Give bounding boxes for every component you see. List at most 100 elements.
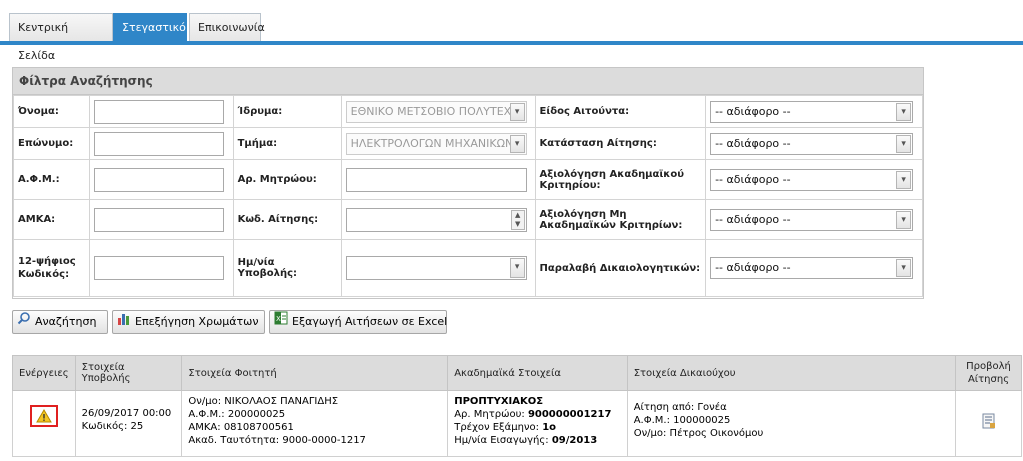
- col-beneficiary: Στοιχεία Δικαιούχου: [626, 355, 957, 391]
- academic-registry: Αρ. Μητρώου: 900000001217: [454, 408, 620, 421]
- color-legend-button[interactable]: Επεξήγηση Χρωμάτων: [112, 310, 265, 334]
- academic-semester-value: 1ο: [542, 422, 557, 433]
- warning-action-button[interactable]: [29, 405, 58, 427]
- view-application-icon[interactable]: [982, 413, 996, 432]
- svg-text:X: X: [276, 315, 281, 323]
- surname-label: Επώνυμο:: [13, 127, 90, 160]
- registry-input[interactable]: [345, 167, 527, 192]
- registry-label: Αρ. Μητρώου:: [232, 159, 342, 200]
- beneficiary-cell: Αίτηση από: Γονέα Α.Φ.Μ.: 100000025 Ον/μ…: [626, 390, 957, 457]
- chevron-down-icon[interactable]: ▾: [896, 102, 912, 121]
- table-row: 26/09/2017 00:00 Κωδικός: 25 Ον/μο: ΝΙΚΟ…: [12, 390, 1022, 457]
- search-button-label: Αναζήτηση: [35, 315, 97, 328]
- academic-eval-value: -- αδιάφορο --: [715, 172, 791, 186]
- code12-label: 12-ψήφιος Κωδικός:: [13, 239, 90, 297]
- chevron-down-icon[interactable]: ▾: [896, 210, 912, 229]
- warning-icon: [35, 409, 52, 423]
- student-afm: Α.Φ.Μ.: 200000025: [188, 409, 286, 420]
- results-table-container: Ενέργειες Στοιχεία Υποβολής Στοιχεία Φοι…: [12, 355, 1022, 457]
- nonacademic-eval-label: Αξιολόγηση Μη Ακαδημαϊκών Κριτηρίων:: [534, 199, 707, 240]
- beneficiary-applicant: Αίτηση από: Γονέα: [633, 402, 727, 413]
- docs-received-value: -- αδιάφορο --: [715, 261, 791, 274]
- col-academic: Ακαδημαϊκά Στοιχεία: [447, 355, 628, 391]
- chevron-down-icon[interactable]: ▾: [896, 259, 912, 277]
- col-submission: Στοιχεία Υποβολής: [74, 355, 183, 391]
- search-button[interactable]: Αναζήτηση: [12, 310, 108, 334]
- appcode-label: Κωδ. Αίτησης:: [232, 199, 342, 240]
- academic-semester-label: Τρέχον Εξάμηνο:: [454, 422, 543, 433]
- name-input[interactable]: [93, 99, 224, 124]
- afm-input[interactable]: [93, 167, 224, 192]
- nonacademic-eval-value: -- αδιάφορο --: [715, 212, 791, 226]
- bar-chart-icon: [117, 311, 131, 333]
- academic-entry-value: 09/2013: [551, 435, 598, 446]
- institution-select: ΕΘΝΙΚΟ ΜΕΤΣΟΒΙΟ ΠΟΛΥΤΕΧ ▾: [345, 100, 527, 123]
- tab-contact[interactable]: Επικοινωνία: [189, 13, 265, 41]
- department-value: ΗΛΕΚΤΡΟΛΟΓΩΝ ΜΗΧΑΝΙΚΩΝ: [350, 136, 514, 150]
- submission-code: Κωδικός: 25: [81, 421, 144, 432]
- magnifier-icon: [17, 311, 31, 333]
- search-filters-panel: Φίλτρα Αναζήτησης Όνομα: Ίδρυμα: ΕΘΝΙΚΟ …: [12, 67, 924, 299]
- applicant-type-label: Είδος Αιτούντα:: [534, 95, 707, 128]
- submission-cell: 26/09/2017 00:00 Κωδικός: 25: [74, 390, 183, 457]
- academic-registry-label: Αρ. Μητρώου:: [454, 409, 528, 420]
- docs-received-label: Παραλαβή Δικαιολογητικών:: [534, 239, 707, 297]
- nonacademic-eval-select[interactable]: -- αδιάφορο -- ▾: [710, 208, 914, 231]
- tab-home[interactable]: Κεντρική Σελίδα: [9, 13, 113, 62]
- appcode-input[interactable]: ▲ ▼: [345, 207, 527, 232]
- submitdate-select[interactable]: ▾: [345, 256, 527, 280]
- applicant-type-select[interactable]: -- αδιάφορο -- ▾: [710, 100, 914, 123]
- academic-entry: Ημ/νία Εισαγωγής: 09/2013: [454, 434, 620, 447]
- chevron-down-icon[interactable]: ▾: [509, 258, 525, 278]
- student-amka: ΑΜΚΑ: 08108700561: [188, 422, 294, 433]
- tab-housing[interactable]: Στεγαστικό: [113, 13, 187, 41]
- amka-input[interactable]: [93, 207, 224, 232]
- col-view: Προβολή Αίτησης: [955, 355, 1022, 391]
- academic-level: ΠΡΟΠΤΥΧΙΑΚΟΣ: [454, 396, 544, 407]
- filters-table: Όνομα: Ίδρυμα: ΕΘΝΙΚΟ ΜΕΤΣΟΒΙΟ ΠΟΛΥΤΕΧ ▾ …: [13, 95, 923, 297]
- view-cell: [955, 390, 1022, 457]
- export-excel-button-label: Εξαγωγή Αιτήσεων σε Excel: [292, 315, 448, 328]
- tab-bar: Κεντρική Σελίδα Στεγαστικό Επικοινωνία: [0, 0, 1023, 62]
- chevron-down-icon: ▾: [509, 102, 525, 121]
- results-table: Ενέργειες Στοιχεία Υποβολής Στοιχεία Φοι…: [12, 355, 1022, 457]
- institution-value: ΕΘΝΙΚΟ ΜΕΤΣΟΒΙΟ ΠΟΛΥΤΕΧ: [350, 104, 512, 118]
- chevron-down-icon[interactable]: ▾: [896, 134, 912, 153]
- status-value: -- αδιάφορο --: [715, 136, 791, 150]
- academic-entry-label: Ημ/νία Εισαγωγής:: [454, 435, 552, 446]
- export-excel-button[interactable]: X Εξαγωγή Αιτήσεων σε Excel: [269, 310, 447, 334]
- status-label: Κατάσταση Αίτησης:: [534, 127, 707, 160]
- department-select: ΗΛΕΚΤΡΟΛΟΓΩΝ ΜΗΧΑΝΙΚΩΝ ▾: [345, 132, 527, 155]
- academic-semester: Τρέχον Εξάμηνο: 1ο: [454, 421, 620, 434]
- tab-underline: [0, 41, 1023, 45]
- afm-label: Α.Φ.Μ.:: [13, 159, 90, 200]
- chevron-down-icon: ▾: [509, 134, 525, 153]
- student-academic-id: Ακαδ. Ταυτότητα: 9000-0000-1217: [188, 435, 366, 446]
- academic-eval-select[interactable]: -- αδιάφορο -- ▾: [710, 168, 914, 191]
- color-legend-button-label: Επεξήγηση Χρωμάτων: [135, 315, 259, 328]
- chevron-down-icon[interactable]: ▾: [896, 170, 912, 189]
- academic-registry-value: 900000001217: [527, 409, 612, 420]
- beneficiary-name: Ον/μο: Πέτρος Οικονόμου: [633, 428, 764, 439]
- results-header-row: Ενέργειες Στοιχεία Υποβολής Στοιχεία Φοι…: [12, 355, 1022, 391]
- applicant-type-value: -- αδιάφορο --: [715, 104, 791, 118]
- beneficiary-afm: Α.Φ.Μ.: 100000025: [633, 415, 731, 426]
- submission-date: 26/09/2017 00:00: [81, 408, 172, 419]
- academic-cell: ΠΡΟΠΤΥΧΙΑΚΟΣ Αρ. Μητρώου: 900000001217 Τ…: [447, 390, 628, 457]
- status-select[interactable]: -- αδιάφορο -- ▾: [710, 132, 914, 155]
- col-student: Στοιχεία Φοιτητή: [181, 355, 449, 391]
- student-cell: Ον/μο: ΝΙΚΟΛΑΟΣ ΠΑΝΑΓΙΔΗΣ Α.Φ.Μ.: 200000…: [181, 390, 449, 457]
- surname-input[interactable]: [93, 131, 224, 156]
- excel-icon: X: [274, 311, 288, 333]
- col-actions: Ενέργειες: [12, 355, 76, 391]
- institution-label: Ίδρυμα:: [232, 95, 342, 128]
- name-label: Όνομα:: [13, 95, 90, 128]
- code12-input[interactable]: [93, 256, 224, 280]
- submitdate-label: Ημ/νία Υποβολής:: [232, 239, 342, 297]
- academic-eval-label: Αξιολόγηση Ακαδημαϊκού Κριτηρίου:: [534, 159, 707, 200]
- docs-received-select[interactable]: -- αδιάφορο -- ▾: [710, 257, 914, 279]
- amka-label: ΑΜΚΑ:: [13, 199, 90, 240]
- spinner-arrows-icon[interactable]: ▲ ▼: [510, 209, 525, 230]
- actions-cell: [12, 390, 76, 457]
- department-label: Τμήμα:: [232, 127, 342, 160]
